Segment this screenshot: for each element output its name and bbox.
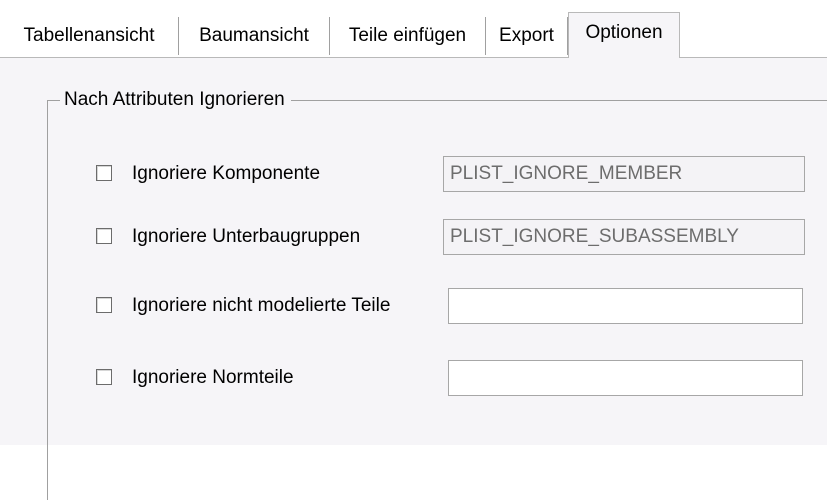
tab-export[interactable]: Export: [486, 17, 568, 55]
ignore-standard-parts-label: Ignoriere Normteile: [132, 367, 294, 388]
tab-tabellenansicht[interactable]: Tabellenansicht: [0, 17, 179, 55]
tab-teile-einfuegen[interactable]: Teile einfügen: [330, 17, 486, 55]
tab-optionen[interactable]: Optionen: [568, 12, 680, 58]
ignore-standard-parts-input[interactable]: [448, 360, 803, 396]
ignore-subassemblies-label: Ignoriere Unterbaugruppen: [132, 226, 361, 247]
ignore-unmodeled-parts-label: Ignoriere nicht modelierte Teile: [132, 295, 391, 316]
options-panel: Nach Attributen Ignorieren Ignoriere Kom…: [0, 57, 827, 500]
ignore-component-checkbox[interactable]: [96, 165, 112, 181]
ignore-component-label: Ignoriere Komponente: [132, 163, 321, 184]
row-ignore-unmodeled-parts: Ignoriere nicht modelierte Teile: [0, 288, 827, 324]
tab-baumansicht[interactable]: Baumansicht: [179, 17, 330, 55]
ignore-standard-parts-checkbox[interactable]: [96, 369, 112, 385]
row-ignore-standard-parts: Ignoriere Normteile: [0, 360, 827, 396]
tab-strip: Tabellenansicht Baumansicht Teile einfüg…: [0, 0, 827, 58]
ignore-component-field: PLIST_IGNORE_MEMBER: [443, 156, 805, 192]
groupbox-title: Nach Attributen Ignorieren: [60, 88, 291, 112]
ignore-subassemblies-checkbox[interactable]: [96, 228, 112, 244]
ignore-unmodeled-parts-checkbox[interactable]: [96, 297, 112, 313]
row-ignore-component: Ignoriere Komponente PLIST_IGNORE_MEMBER: [0, 156, 827, 192]
row-ignore-subassemblies: Ignoriere Unterbaugruppen PLIST_IGNORE_S…: [0, 219, 827, 255]
ignore-subassemblies-field: PLIST_IGNORE_SUBASSEMBLY: [443, 219, 805, 255]
ignore-unmodeled-parts-input[interactable]: [448, 288, 803, 324]
